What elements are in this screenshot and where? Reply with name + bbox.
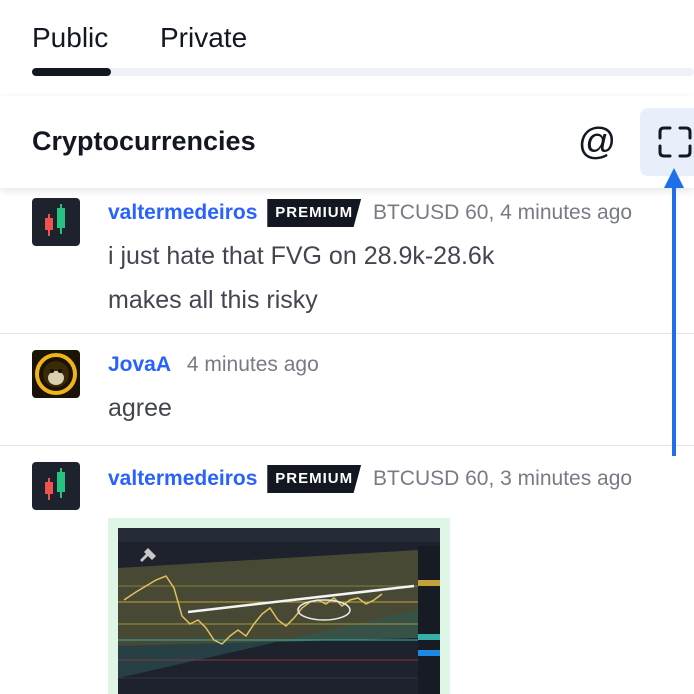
message-item: JovaA 4 minutes ago agree: [0, 334, 694, 446]
tab-active-indicator: [32, 68, 111, 76]
room-header: Cryptocurrencies @: [0, 96, 694, 188]
message-meta: valtermedeiros PREMIUM BTCUSD 60, 3 minu…: [108, 465, 633, 495]
premium-badge: PREMIUM: [267, 465, 362, 493]
premium-badge: PREMIUM: [267, 199, 362, 227]
at-icon: @: [577, 120, 617, 163]
message-item: valtermedeiros PREMIUM BTCUSD 60, 4 minu…: [0, 188, 694, 334]
timestamp: 4 minutes ago: [186, 353, 319, 376]
username[interactable]: JovaA: [108, 353, 171, 376]
avatar[interactable]: [32, 350, 80, 398]
message-text-line: agree: [108, 394, 172, 422]
monkey-avatar-icon: [32, 350, 80, 398]
avatar[interactable]: [32, 462, 80, 510]
candlestick-avatar-icon: [32, 462, 80, 510]
fullscreen-button[interactable]: [640, 108, 694, 176]
chart-snapshot-image: [118, 528, 440, 694]
symbol-link[interactable]: BTCUSD 60,: [373, 201, 494, 224]
mention-button[interactable]: @: [570, 118, 624, 166]
tab-public[interactable]: Public: [32, 22, 108, 54]
timestamp: 4 minutes ago: [500, 201, 633, 224]
username[interactable]: valtermedeiros: [108, 467, 257, 490]
candlestick-avatar-icon: [32, 198, 80, 246]
message-text-line: i just hate that FVG on 28.9k-28.6k: [108, 242, 495, 270]
timestamp: 3 minutes ago: [500, 467, 633, 490]
fullscreen-icon: [658, 126, 692, 158]
username[interactable]: valtermedeiros: [108, 201, 257, 224]
tab-private[interactable]: Private: [160, 22, 247, 54]
chart-snapshot-attachment[interactable]: [108, 518, 450, 694]
chat-tabs: Public Private: [0, 0, 694, 78]
message-text-line: makes all this risky: [108, 286, 318, 314]
avatar[interactable]: [32, 198, 80, 246]
symbol-link[interactable]: BTCUSD 60,: [373, 467, 494, 490]
annotation-arrow-icon: [664, 168, 684, 456]
tab-track: [32, 68, 694, 76]
room-title: Cryptocurrencies: [32, 126, 256, 156]
message-meta: JovaA 4 minutes ago: [108, 352, 319, 378]
message-meta: valtermedeiros PREMIUM BTCUSD 60, 4 minu…: [108, 199, 633, 229]
